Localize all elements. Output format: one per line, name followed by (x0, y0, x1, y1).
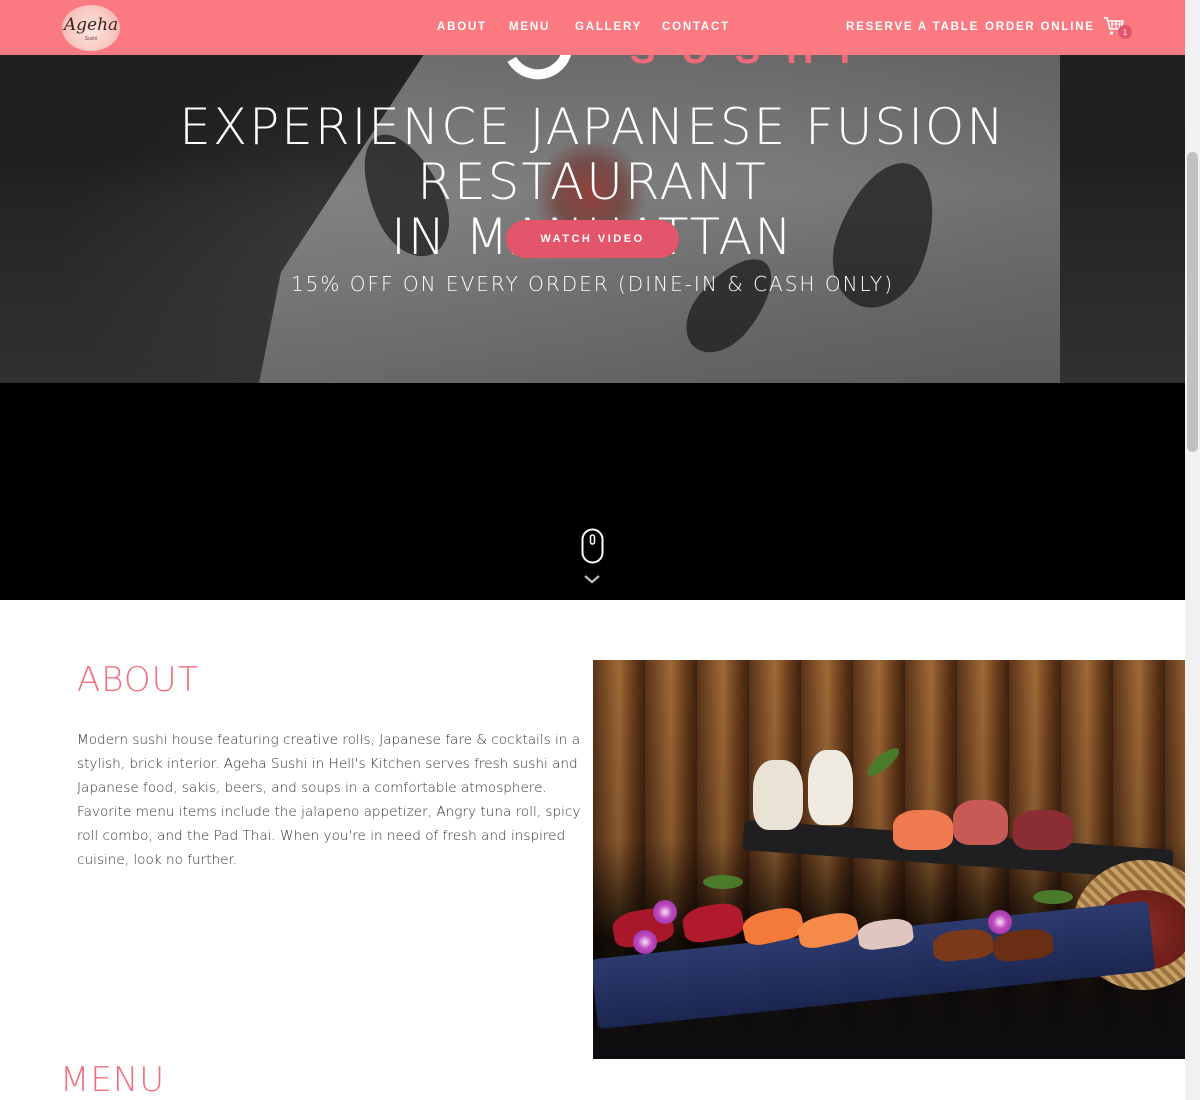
photo-garnish (1033, 890, 1073, 904)
watch-video-button[interactable]: WATCH VIDEO (506, 220, 679, 258)
photo-sushi-piece (953, 800, 1008, 845)
cart-count-badge: 1 (1118, 25, 1132, 39)
nav-link-about[interactable]: ABOUT (437, 21, 487, 33)
photo-garnish (703, 875, 743, 889)
nav-link-gallery[interactable]: GALLERY (575, 21, 642, 33)
photo-sushi-piece (893, 810, 953, 850)
top-navbar: Ageha Sushi ABOUT MENU GALLERY CONTACT R… (0, 0, 1185, 55)
nav-link-contact[interactable]: CONTACT (662, 21, 730, 33)
hero-title-line1: EXPERIENCE JAPANESE FUSION RESTAURANT (179, 98, 1006, 211)
reserve-table-link[interactable]: RESERVE A TABLE (846, 21, 979, 33)
menu-heading: MENU (60, 1060, 166, 1100)
hero-section: SUSHI EXPERIENCE JAPANESE FUSION RESTAUR… (0, 0, 1185, 383)
site-logo-text: Ageha (63, 15, 119, 35)
cart-button[interactable]: 1 (1103, 16, 1133, 42)
nav-link-menu[interactable]: MENU (509, 21, 550, 33)
photo-orchid (633, 930, 657, 954)
chevron-down-icon[interactable] (583, 573, 601, 585)
photo-orchid (988, 910, 1012, 934)
page-scrollbar-thumb[interactable] (1187, 152, 1198, 452)
photo-sushi-piece (1013, 810, 1073, 850)
about-description: Modern sushi house featuring creative ro… (77, 732, 581, 868)
promo-text: 15% OFF ON EVERY ORDER (DINE-IN & CASH O… (290, 272, 895, 296)
about-sushi-photo (593, 660, 1185, 1059)
site-logo[interactable]: Ageha Sushi (62, 5, 120, 51)
photo-orchid (653, 900, 677, 924)
photo-sushi-piece (753, 760, 803, 830)
about-heading: ABOUT (77, 660, 200, 700)
mouse-scroll-icon[interactable] (581, 528, 604, 564)
video-section (0, 383, 1185, 600)
photo-sushi-piece (808, 750, 853, 825)
site-logo-subtext: Sushi (84, 36, 98, 42)
order-online-link[interactable]: ORDER ONLINE (985, 21, 1095, 33)
